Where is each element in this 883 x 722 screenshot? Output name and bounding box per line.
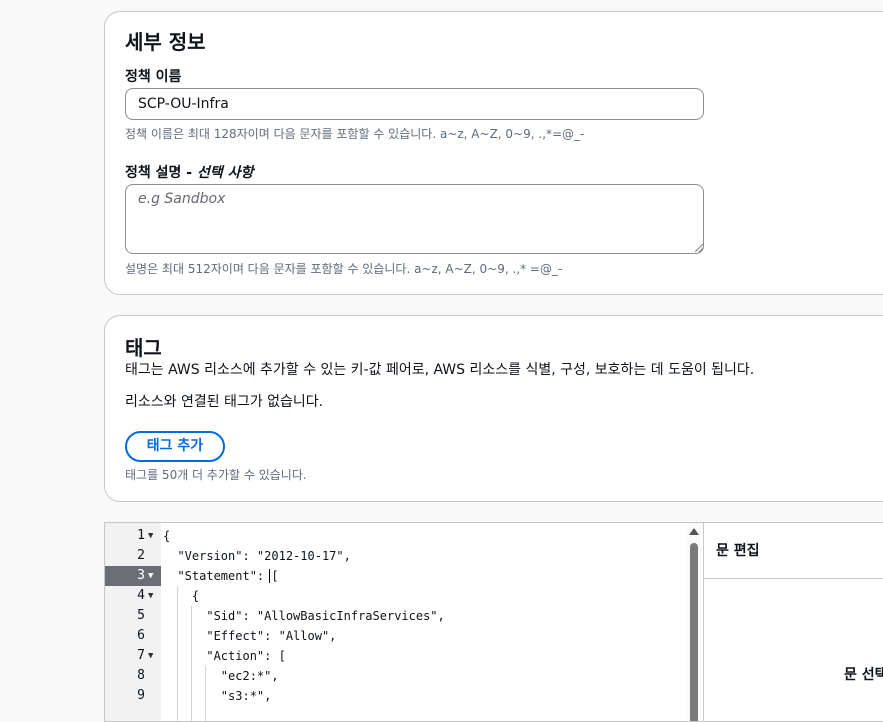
scroll-up-icon[interactable] [689, 528, 699, 535]
code-text: "Version": "2012-10-17", [163, 549, 351, 563]
tags-empty-text: 리소스와 연결된 태그가 없습니다. [125, 394, 324, 410]
resize-grip-icon[interactable] [695, 244, 703, 252]
policy-json-editor[interactable]: 1 ▼ { 2 "Version": "2012-10-17", 3 ▼ "St… [104, 522, 883, 722]
code-line-active[interactable]: 3 ▼ "Statement": [ [105, 566, 685, 586]
code-text: "s3:*", [163, 689, 272, 703]
code-text: "Sid": "AllowBasicInfraServices", [163, 609, 445, 623]
line-number: 7 [137, 648, 145, 663]
indent-guide [177, 586, 178, 721]
policy-name-label: 정책 이름 [125, 69, 182, 85]
details-title: 세부 정보 [125, 30, 206, 54]
fold-arrow-icon[interactable]: ▼ [148, 586, 153, 606]
policy-description-label-text: 정책 설명 - [125, 165, 197, 181]
policy-description-label: 정책 설명 - 선택 사항 [125, 162, 253, 182]
code-text: { [163, 529, 171, 543]
scroll-thumb[interactable] [690, 543, 698, 721]
tags-title: 태그 [125, 336, 162, 360]
code-text: "Statement": [ [163, 569, 279, 583]
code-text: "ec2:*", [163, 669, 279, 683]
line-number: 2 [137, 548, 145, 563]
line-number: 3 [137, 568, 145, 583]
fold-arrow-icon[interactable]: ▼ [148, 646, 153, 666]
statement-edit-header: 문 편집 [704, 523, 883, 579]
line-number: 5 [137, 608, 145, 623]
optional-label: 선택 사항 [196, 165, 254, 181]
policy-description-textarea[interactable] [125, 184, 704, 254]
line-number: 9 [137, 688, 145, 703]
policy-name-help: 정책 이름은 최대 128자이며 다음 문자를 포함할 수 있습니다. a~z,… [125, 127, 585, 141]
code-line[interactable]: 6 "Effect": "Allow", [105, 626, 685, 646]
add-tag-button[interactable]: 태그 추가 [125, 431, 225, 462]
indent-guide [205, 666, 206, 721]
policy-description-help: 설명은 최대 512자이며 다음 문자를 포함할 수 있습니다. a~z, A~… [125, 262, 563, 276]
code-text: "Action": [ [163, 649, 286, 663]
code-line[interactable]: 7 ▼ "Action": [ [105, 646, 685, 666]
fold-arrow-icon[interactable]: ▼ [148, 526, 153, 546]
text-cursor [269, 569, 270, 583]
code-line[interactable]: 2 "Version": "2012-10-17", [105, 546, 685, 566]
code-line[interactable]: 4 ▼ { [105, 586, 685, 606]
policy-name-input[interactable]: SCP-OU-Infra [125, 88, 704, 120]
tags-limit-text: 태그를 50개 더 추가할 수 있습니다. [125, 468, 307, 482]
line-number: 1 [137, 528, 145, 543]
code-text: "Effect": "Allow", [163, 629, 337, 643]
statement-select-text: 문 선택 [844, 667, 883, 683]
code-line[interactable]: 1 ▼ { [105, 526, 685, 546]
tags-description: 태그는 AWS 리소스에 추가할 수 있는 키-값 페어로, AWS 리소스를 … [125, 362, 755, 378]
line-number: 6 [137, 628, 145, 643]
code-line[interactable]: 9 "s3:*", [105, 686, 685, 706]
fold-arrow-icon[interactable]: ▼ [148, 566, 153, 586]
line-number: 8 [137, 668, 145, 683]
code-text: { [163, 589, 200, 603]
statement-edit-panel: 문 편집 문 선택 [703, 523, 883, 721]
indent-guide [191, 606, 192, 721]
editor-scrollbar[interactable] [687, 523, 701, 721]
details-card: 세부 정보 정책 이름 SCP-OU-Infra 정책 이름은 최대 128자이… [104, 11, 883, 295]
line-number: 4 [137, 588, 145, 603]
code-line[interactable]: 5 "Sid": "AllowBasicInfraServices", [105, 606, 685, 626]
active-line-gutter: 3 ▼ [105, 566, 161, 586]
tags-card: 태그 태그는 AWS 리소스에 추가할 수 있는 키-값 페어로, AWS 리소… [104, 315, 883, 502]
code-line[interactable]: 8 "ec2:*", [105, 666, 685, 686]
